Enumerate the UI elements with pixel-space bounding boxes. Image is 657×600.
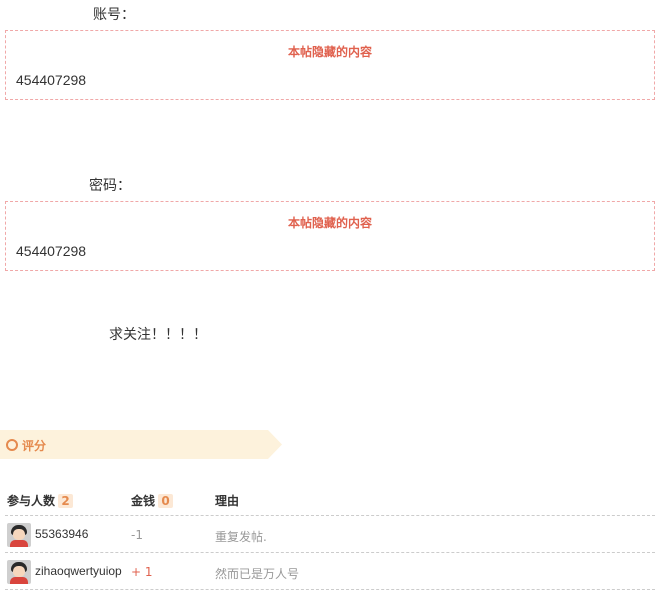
avatar[interactable] bbox=[7, 560, 31, 584]
participants-label: 参与人数 bbox=[7, 494, 56, 508]
hidden-content-box-password: 本帖隐藏的内容 454407298 bbox=[5, 201, 655, 271]
hidden-content-box-account: 本帖隐藏的内容 454407298 bbox=[5, 30, 655, 100]
participants-header: 参与人数 2 bbox=[7, 492, 74, 509]
follow-text: 求关注！！！！ bbox=[109, 327, 207, 343]
password-value[interactable]: 454407298 bbox=[16, 243, 86, 259]
rating-banner: 评分 bbox=[0, 430, 282, 459]
rating-reason: 重复发帖. bbox=[215, 530, 267, 544]
hidden-content-title: 本帖隐藏的内容 bbox=[287, 45, 372, 59]
password-label: 密码： bbox=[89, 178, 131, 194]
money-total-badge: 0 bbox=[158, 494, 174, 508]
rating-table: 参与人数 2 金钱 0 理由 55363946 -1 重复发帖. zihaoqwer… bbox=[5, 482, 655, 590]
table-row: 55363946 -1 重复发帖. bbox=[5, 516, 655, 553]
rating-title: 评分 bbox=[22, 439, 47, 453]
account-label: 账号： bbox=[93, 7, 135, 23]
circle-icon bbox=[6, 439, 18, 451]
account-value[interactable]: 454407298 bbox=[16, 72, 86, 88]
money-label: 金钱 bbox=[131, 494, 156, 508]
rating-score: + 1 bbox=[131, 565, 153, 579]
avatar[interactable] bbox=[7, 523, 31, 547]
rater-username[interactable]: zihaoqwertyuiop bbox=[35, 564, 122, 578]
participants-count-badge: 2 bbox=[58, 494, 74, 508]
rating-score: -1 bbox=[131, 528, 143, 542]
reason-header: 理由 bbox=[215, 494, 240, 508]
table-row: zihaoqwertyuiop + 1 然而已是万人号 bbox=[5, 553, 655, 590]
rating-table-header: 参与人数 2 金钱 0 理由 bbox=[5, 482, 655, 516]
rating-reason: 然而已是万人号 bbox=[215, 567, 300, 581]
hidden-content-title: 本帖隐藏的内容 bbox=[287, 216, 372, 230]
money-header: 金钱 0 bbox=[131, 492, 174, 509]
rater-username[interactable]: 55363946 bbox=[35, 527, 88, 541]
